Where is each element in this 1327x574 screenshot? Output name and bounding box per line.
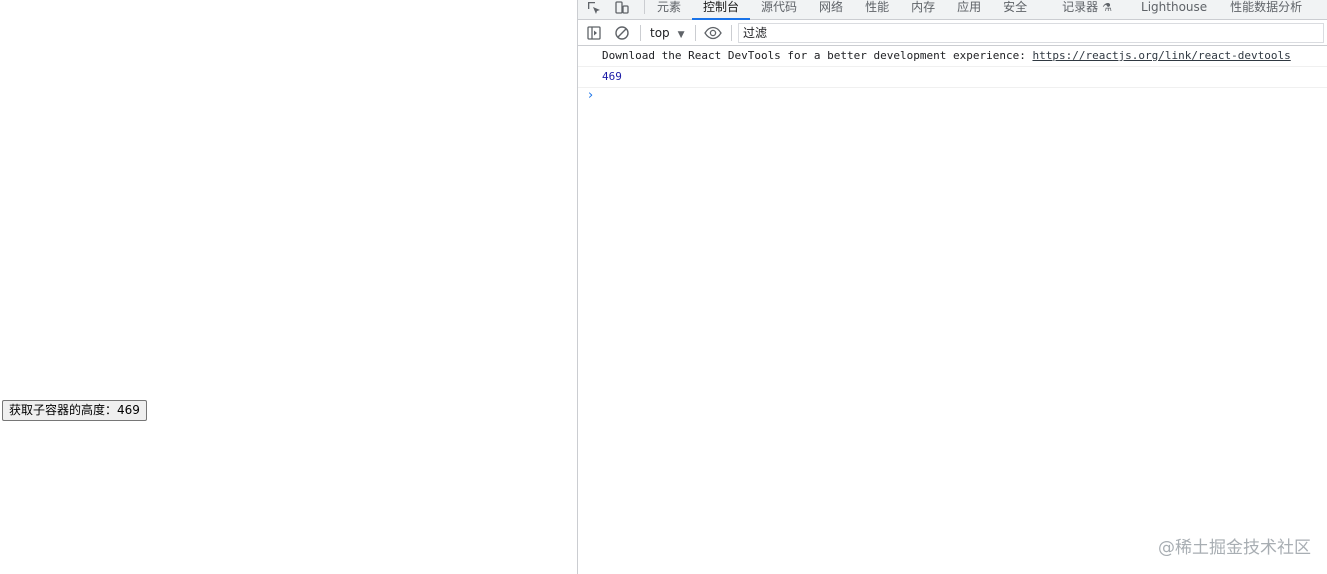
console-log-value: 469	[578, 67, 1327, 88]
tab-performance-insights[interactable]: 性能数据分析	[1218, 0, 1313, 20]
tab-security[interactable]: 安全	[992, 0, 1038, 20]
tab-label: 应用	[957, 0, 982, 14]
page-viewport: 获取子容器的高度：469	[0, 0, 577, 574]
clear-console-icon[interactable]	[614, 25, 630, 41]
tab-sources[interactable]: 源代码	[750, 0, 808, 20]
watermark: @稀土掘金技术社区	[1158, 538, 1311, 558]
console-message: Download the React DevTools for a better…	[578, 46, 1327, 67]
tab-label: 性能数据分析	[1230, 0, 1303, 14]
tab-lighthouse[interactable]: Lighthouse	[1123, 0, 1218, 20]
toolbar-divider	[731, 25, 732, 41]
device-toolbar-icon[interactable]	[614, 0, 630, 16]
devtools-tabbar: 元素 控制台 源代码 网络 性能 内存 应用 安全 记录器 ⚗ Lighthous…	[578, 0, 1327, 20]
experimental-flask-icon: ⚗	[1102, 1, 1113, 14]
tab-elements[interactable]: 元素	[646, 0, 692, 20]
log-number: 469	[602, 70, 622, 83]
toolbar-divider	[695, 25, 696, 41]
tab-label: 源代码	[761, 0, 798, 14]
inspect-element-icon[interactable]	[586, 0, 602, 16]
show-sidebar-icon[interactable]	[586, 25, 602, 41]
react-devtools-link[interactable]: https://reactjs.org/link/react-devtools	[1032, 49, 1290, 62]
context-selector[interactable]: top ▼	[650, 26, 685, 42]
tab-label: Lighthouse	[1141, 0, 1208, 14]
devtools-tabs: 元素 控制台 源代码 网络 性能 内存 应用 安全 记录器 ⚗ Lighthous…	[646, 0, 1313, 20]
context-value: top	[650, 26, 670, 40]
console-message-text: Download the React DevTools for a better…	[602, 49, 1033, 62]
console-prompt-chevron-icon[interactable]: ›	[588, 88, 593, 103]
tab-performance[interactable]: 性能	[854, 0, 900, 20]
tab-label: 元素	[657, 0, 682, 14]
tab-console[interactable]: 控制台	[692, 0, 751, 20]
tab-label: 内存	[911, 0, 936, 14]
tab-memory[interactable]: 内存	[900, 0, 946, 20]
get-child-height-button[interactable]: 获取子容器的高度：469	[2, 400, 147, 421]
tab-label: 网络	[819, 0, 844, 14]
tab-label: 安全	[1003, 0, 1028, 14]
tab-label: 控制台	[703, 0, 740, 14]
tab-recorder[interactable]: 记录器 ⚗	[1038, 0, 1123, 20]
live-expression-eye-icon[interactable]	[704, 25, 722, 41]
chevron-down-icon: ▼	[677, 30, 685, 40]
tab-application[interactable]: 应用	[946, 0, 992, 20]
console-toolbar: top ▼	[578, 20, 1327, 46]
tab-label: 记录器	[1062, 0, 1099, 14]
console-messages: Download the React DevTools for a better…	[578, 46, 1327, 103]
tab-label: 性能	[865, 0, 890, 14]
devtools-panel: 元素 控制台 源代码 网络 性能 内存 应用 安全 记录器 ⚗ Lighthous…	[577, 0, 1327, 574]
toolbar-divider	[640, 25, 641, 41]
tab-network[interactable]: 网络	[808, 0, 854, 20]
console-filter-input[interactable]	[738, 23, 1324, 43]
tabbar-divider	[644, 0, 645, 14]
